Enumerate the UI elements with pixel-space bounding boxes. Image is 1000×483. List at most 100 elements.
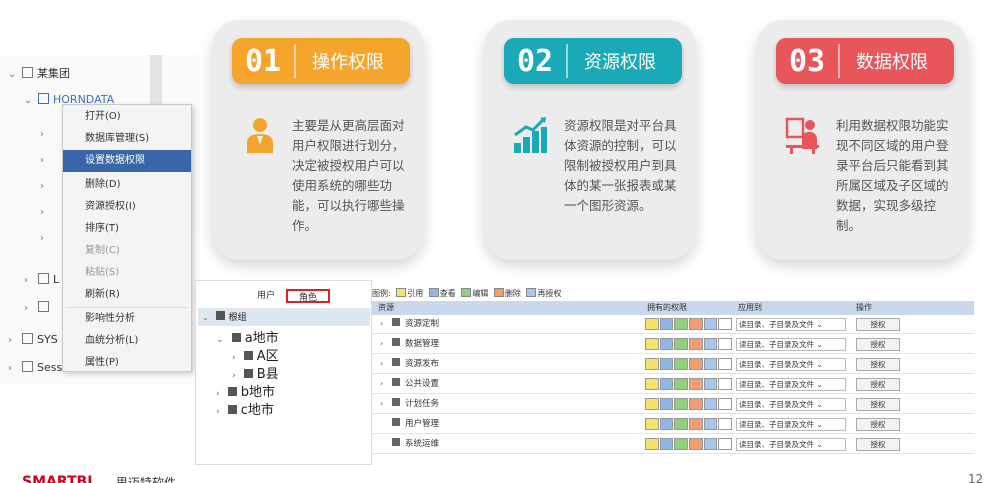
expand-icon[interactable]: › [380, 335, 390, 354]
permission-checkbox[interactable] [674, 438, 689, 450]
apply-to-select[interactable]: 读目录、子目录及文件 ⌄ [736, 358, 846, 371]
table-row[interactable]: › 资源发布 读目录、子目录及文件 ⌄ 授权 [372, 355, 974, 374]
role-b-city[interactable]: › b地市 [216, 381, 275, 400]
table-row[interactable]: › 公共设置 读目录、子目录及文件 ⌄ 授权 [372, 375, 974, 394]
table-row[interactable]: › 数据管理 读目录、子目录及文件 ⌄ 授权 [372, 335, 974, 354]
tree-node-sys[interactable]: › SYS [8, 329, 58, 351]
chevron-right-icon[interactable]: › [40, 176, 54, 198]
permission-checkbox[interactable] [645, 358, 659, 370]
chevron-right-icon[interactable]: › [232, 371, 236, 381]
menu-resource-grant[interactable]: 资源授权(I) [63, 196, 191, 218]
tree-child-node[interactable]: › [40, 201, 54, 223]
permission-checkbox[interactable] [659, 318, 674, 330]
chevron-right-icon[interactable]: › [8, 330, 22, 352]
permission-checkbox[interactable] [645, 318, 659, 330]
permission-checkbox[interactable] [674, 398, 689, 410]
chevron-right-icon[interactable]: › [216, 407, 220, 417]
permission-checkbox[interactable] [689, 438, 703, 450]
menu-properties[interactable]: 属性(P) [63, 352, 191, 374]
apply-to-select[interactable]: 读目录、子目录及文件 ⌄ [736, 398, 846, 411]
menu-db-manage[interactable]: 数据库管理(S) [63, 128, 191, 150]
grant-button[interactable]: 授权 [856, 438, 900, 451]
tree-node-l[interactable]: › L [24, 269, 59, 291]
chevron-down-icon[interactable]: ⌄ [216, 335, 224, 345]
expand-icon[interactable]: › [380, 315, 390, 334]
permission-checkbox[interactable] [674, 358, 689, 370]
role-root[interactable]: ⌄ 根组 [202, 310, 247, 323]
menu-impact-analysis[interactable]: 影响性分析 [63, 308, 191, 330]
apply-to-select[interactable]: 读目录、子目录及文件 ⌄ [736, 338, 846, 351]
expand-icon[interactable]: › [380, 355, 390, 374]
chevron-down-icon[interactable]: ⌄ [8, 64, 22, 86]
table-row[interactable]: › 资源定制 读目录、子目录及文件 ⌄ 授权 [372, 315, 974, 334]
permission-checkbox[interactable] [703, 398, 718, 410]
tree-child-node[interactable]: › [40, 123, 54, 145]
apply-to-select[interactable]: 读目录、子目录及文件 ⌄ [736, 438, 846, 451]
menu-delete[interactable]: 删除(D) [63, 174, 191, 196]
tree-node-report[interactable]: › [24, 297, 53, 319]
table-row[interactable]: › 计划任务 读目录、子目录及文件 ⌄ 授权 [372, 395, 974, 414]
menu-sort[interactable]: 排序(T) [63, 218, 191, 240]
permission-checkbox[interactable] [645, 378, 659, 390]
grant-button[interactable]: 授权 [856, 338, 900, 351]
chevron-right-icon[interactable]: › [232, 353, 236, 363]
permission-checkbox[interactable] [689, 418, 703, 430]
permission-checkbox[interactable] [659, 378, 674, 390]
menu-lineage-analysis[interactable]: 血统分析(L) [63, 330, 191, 352]
apply-to-select[interactable]: 读目录、子目录及文件 ⌄ [736, 378, 846, 391]
permission-checkbox[interactable] [659, 398, 674, 410]
permission-checkbox[interactable] [703, 438, 718, 450]
permission-checkbox[interactable] [645, 338, 659, 350]
tree-node-sess[interactable]: › Sess [8, 357, 62, 379]
chevron-right-icon[interactable]: › [40, 228, 54, 250]
permission-checkbox[interactable] [674, 418, 689, 430]
permission-checkbox[interactable] [645, 438, 659, 450]
chevron-right-icon[interactable]: › [24, 298, 38, 320]
tree-child-node[interactable]: › [40, 227, 54, 249]
grant-button[interactable]: 授权 [856, 378, 900, 391]
permission-checkbox[interactable] [659, 418, 674, 430]
chevron-right-icon[interactable]: › [40, 150, 54, 172]
permission-checkbox[interactable] [689, 378, 703, 390]
chevron-right-icon[interactable]: › [40, 202, 54, 224]
menu-set-data-permission[interactable]: 设置数据权限 [63, 150, 191, 172]
permission-checkbox[interactable] [674, 338, 689, 350]
download-icon[interactable] [718, 418, 733, 430]
permission-checkbox[interactable] [703, 378, 718, 390]
permission-checkbox[interactable] [689, 338, 703, 350]
grant-button[interactable]: 授权 [856, 358, 900, 371]
role-c-city[interactable]: › c地市 [216, 399, 274, 418]
tab-role[interactable]: 角色 [286, 289, 330, 303]
grant-button[interactable]: 授权 [856, 318, 900, 331]
permission-checkbox[interactable] [703, 358, 718, 370]
chevron-down-icon[interactable]: ⌄ [24, 90, 38, 112]
grant-button[interactable]: 授权 [856, 418, 900, 431]
tree-root[interactable]: ⌄ 某集团 [8, 63, 70, 85]
permission-checkbox[interactable] [703, 338, 718, 350]
tree-child-node[interactable]: › [40, 149, 54, 171]
permission-checkbox[interactable] [703, 418, 718, 430]
download-icon[interactable] [718, 338, 733, 350]
table-row[interactable]: 系统运维 读目录、子目录及文件 ⌄ 授权 [372, 435, 974, 454]
chevron-right-icon[interactable]: › [8, 358, 22, 380]
permission-checkbox[interactable] [689, 358, 703, 370]
chevron-down-icon[interactable]: ⌄ [202, 313, 209, 322]
expand-icon[interactable]: › [380, 395, 390, 414]
menu-refresh[interactable]: 刷新(R) [63, 284, 191, 306]
permission-checkbox[interactable] [659, 438, 674, 450]
chevron-right-icon[interactable]: › [40, 124, 54, 146]
table-row[interactable]: 用户管理 读目录、子目录及文件 ⌄ 授权 [372, 415, 974, 434]
permission-checkbox[interactable] [674, 378, 689, 390]
permission-checkbox[interactable] [645, 398, 659, 410]
role-b-county[interactable]: › B县 [232, 363, 279, 382]
apply-to-select[interactable]: 读目录、子目录及文件 ⌄ [736, 318, 846, 331]
permission-checkbox[interactable] [659, 338, 674, 350]
permission-checkbox[interactable] [659, 358, 674, 370]
permission-checkbox[interactable] [703, 318, 718, 330]
download-icon[interactable] [718, 438, 733, 450]
download-icon[interactable] [718, 378, 733, 390]
menu-open[interactable]: 打开(O) [63, 106, 191, 128]
download-icon[interactable] [718, 358, 733, 370]
permission-checkbox[interactable] [689, 318, 703, 330]
chevron-right-icon[interactable]: › [24, 270, 38, 292]
